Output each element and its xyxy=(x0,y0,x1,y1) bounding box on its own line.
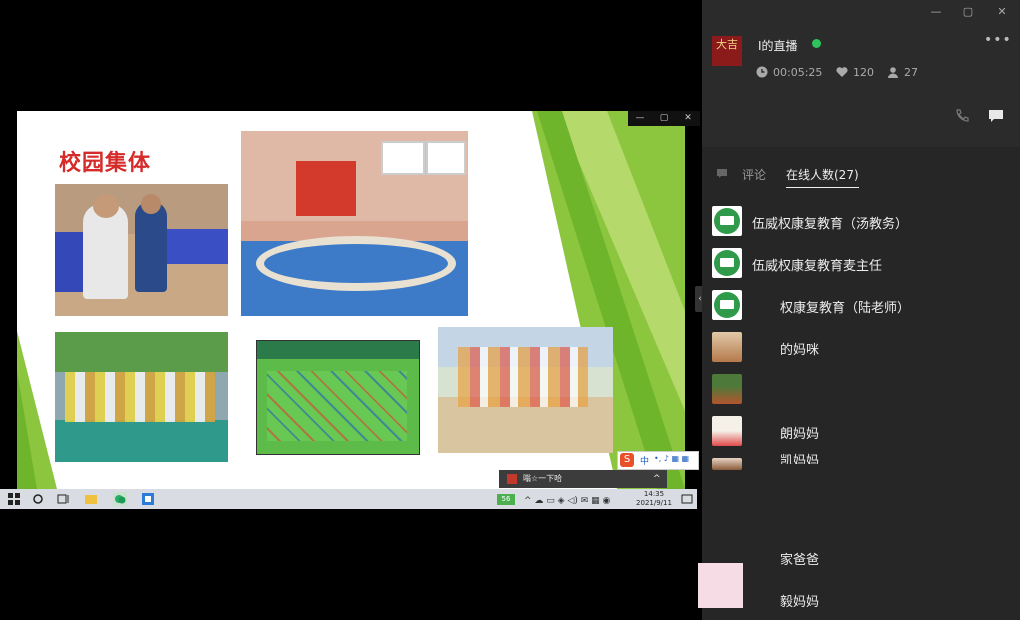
photo-playground xyxy=(241,131,468,316)
clock-time: 14:35 xyxy=(643,490,665,498)
notification-center-icon[interactable] xyxy=(680,492,694,506)
phone-icon[interactable] xyxy=(954,108,970,124)
heart-icon xyxy=(836,67,848,77)
user-name: 的妈咪 xyxy=(780,343,820,358)
close-icon[interactable]: ✕ xyxy=(676,111,700,126)
live-side-panel: — ▢ ✕ 大吉 I的直播 ••• 00:05:25 120 27 评论 在线人… xyxy=(702,0,1020,620)
taskbar-badge: 56 xyxy=(497,494,515,505)
person-icon xyxy=(888,67,898,78)
tab-comments[interactable]: 评论 xyxy=(742,166,766,183)
user-name: 伍威权康复教育（汤教务） xyxy=(752,217,909,232)
shared-screen: 校园集体 — ▢ ✕ S 中 •, ♪ ▦ ▦ 嗡☆一下哈 ^ ^ ☁ ▭ ◈ … xyxy=(0,0,700,620)
duration-stat: 00:05:25 xyxy=(756,66,822,79)
live-status-dot xyxy=(812,39,821,48)
user-list-item[interactable]: 的妈咪 xyxy=(702,326,1020,368)
taskbar-notification[interactable]: 嗡☆一下哈 ^ xyxy=(499,470,667,488)
system-tray-icons[interactable]: ^ ☁ ▭ ◈ ◁) ✉ ▦ ◉ xyxy=(524,492,624,506)
photo-drawing-tug xyxy=(438,327,613,453)
user-list-item[interactable]: 毅妈妈 xyxy=(702,578,1020,620)
more-options-icon[interactable]: ••• xyxy=(984,32,1012,48)
windows-start-icon[interactable] xyxy=(7,492,21,506)
ime-toolbar: S 中 •, ♪ ▦ ▦ xyxy=(617,451,699,470)
restore-icon[interactable]: ▢ xyxy=(652,111,676,126)
video-thumbnail xyxy=(698,563,743,608)
likes-stat: 120 xyxy=(836,66,874,79)
svg-text:^ ☁ ▭ ◈ ◁) ✉ ▦ ◉: ^ ☁ ▭ ◈ ◁) ✉ ▦ ◉ xyxy=(524,496,610,506)
clock-date: 2021/9/11 xyxy=(636,499,672,507)
user-name: 权康复教育（陆老师） xyxy=(780,301,911,316)
user-list-item[interactable]: 伍威权康复教育（汤教务） xyxy=(702,200,1020,242)
user-list-item[interactable]: 权康复教育（陆老师） xyxy=(702,284,1020,326)
close-icon[interactable]: ✕ xyxy=(992,4,1012,20)
user-name: 凯妈妈 xyxy=(780,454,820,464)
chevron-up-icon[interactable]: ^ xyxy=(653,470,661,488)
user-list-item[interactable] xyxy=(702,368,1020,410)
panel-tabs: 评论 在线人数(27) xyxy=(702,160,1020,190)
presentation-slide: 校园集体 xyxy=(17,111,685,489)
wechat-icon[interactable] xyxy=(113,492,127,506)
user-avatar xyxy=(712,248,742,278)
app-icon[interactable] xyxy=(141,492,155,506)
user-list-item[interactable]: 凯妈妈 xyxy=(702,452,1020,494)
notification-icon xyxy=(507,474,517,484)
user-avatar xyxy=(712,206,742,236)
minimize-icon[interactable]: — xyxy=(926,4,946,20)
user-list-item[interactable]: 家爸爸 xyxy=(702,536,1020,578)
comment-icon xyxy=(717,169,727,178)
chat-bubble-icon[interactable] xyxy=(988,108,1004,124)
viewers-value: 27 xyxy=(904,66,918,79)
ime-icons: •, ♪ ▦ ▦ xyxy=(654,454,690,463)
folder-icon[interactable] xyxy=(84,492,98,506)
task-view-icon[interactable] xyxy=(56,492,70,506)
user-avatar xyxy=(712,332,742,362)
sogou-icon: S xyxy=(620,453,634,467)
photo-classroom xyxy=(55,184,228,316)
user-avatar xyxy=(712,416,742,446)
live-header: — ▢ ✕ 大吉 I的直播 ••• 00:05:25 120 27 xyxy=(702,0,1020,147)
user-name: 伍威权康复教育麦主任 xyxy=(752,259,883,274)
user-list-item[interactable]: 伍威权康复教育麦主任 xyxy=(702,242,1020,284)
user-name: 朗妈妈 xyxy=(780,427,820,442)
search-icon[interactable] xyxy=(31,492,45,506)
slide-title: 校园集体 xyxy=(59,151,152,176)
user-avatar xyxy=(712,458,742,470)
host-avatar: 大吉 xyxy=(712,36,742,66)
windows-taskbar: ^ ☁ ▭ ◈ ◁) ✉ ▦ ◉ xyxy=(0,489,697,509)
ime-mode[interactable]: 中 xyxy=(640,454,649,467)
photo-kids-line xyxy=(55,332,228,462)
user-avatar xyxy=(712,374,742,404)
viewers-stat: 27 xyxy=(887,66,918,79)
maximize-icon[interactable]: ▢ xyxy=(958,4,978,20)
user-list-item[interactable]: 朗妈妈 xyxy=(702,410,1020,452)
share-window-controls: — ▢ ✕ xyxy=(628,111,700,126)
clock-icon xyxy=(756,66,768,78)
duration-value: 00:05:25 xyxy=(773,66,823,79)
user-name: 毅妈妈 xyxy=(780,595,820,610)
user-avatar xyxy=(712,290,742,320)
tab-online-users[interactable]: 在线人数(27) xyxy=(786,166,859,188)
taskbar-clock[interactable]: 14:35 2021/9/11 xyxy=(634,489,674,510)
user-name: 家爸爸 xyxy=(780,553,820,568)
minimize-icon[interactable]: — xyxy=(628,111,652,126)
notification-text: 嗡☆一下哈 xyxy=(523,474,563,483)
live-title: I的直播 xyxy=(758,39,798,53)
likes-value: 120 xyxy=(853,66,874,79)
photo-drawing-field xyxy=(256,340,420,455)
